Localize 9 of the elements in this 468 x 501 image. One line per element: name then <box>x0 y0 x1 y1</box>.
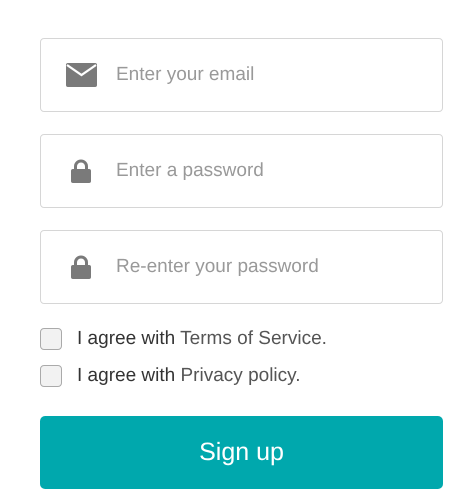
input-field[interactable]: Enter a password <box>40 134 443 208</box>
input-field[interactable]: Enter your email <box>40 38 443 112</box>
checkbox[interactable] <box>40 365 62 387</box>
agreement-link[interactable]: Privacy policy. <box>180 365 301 386</box>
agreement-text: I agree with Terms of Service. <box>77 328 327 350</box>
agreement-link[interactable]: Terms of Service. <box>180 328 327 349</box>
input-field[interactable]: Re-enter your password <box>40 230 443 304</box>
agreement-text: I agree with Privacy policy. <box>77 365 301 387</box>
checkbox[interactable] <box>40 328 62 350</box>
